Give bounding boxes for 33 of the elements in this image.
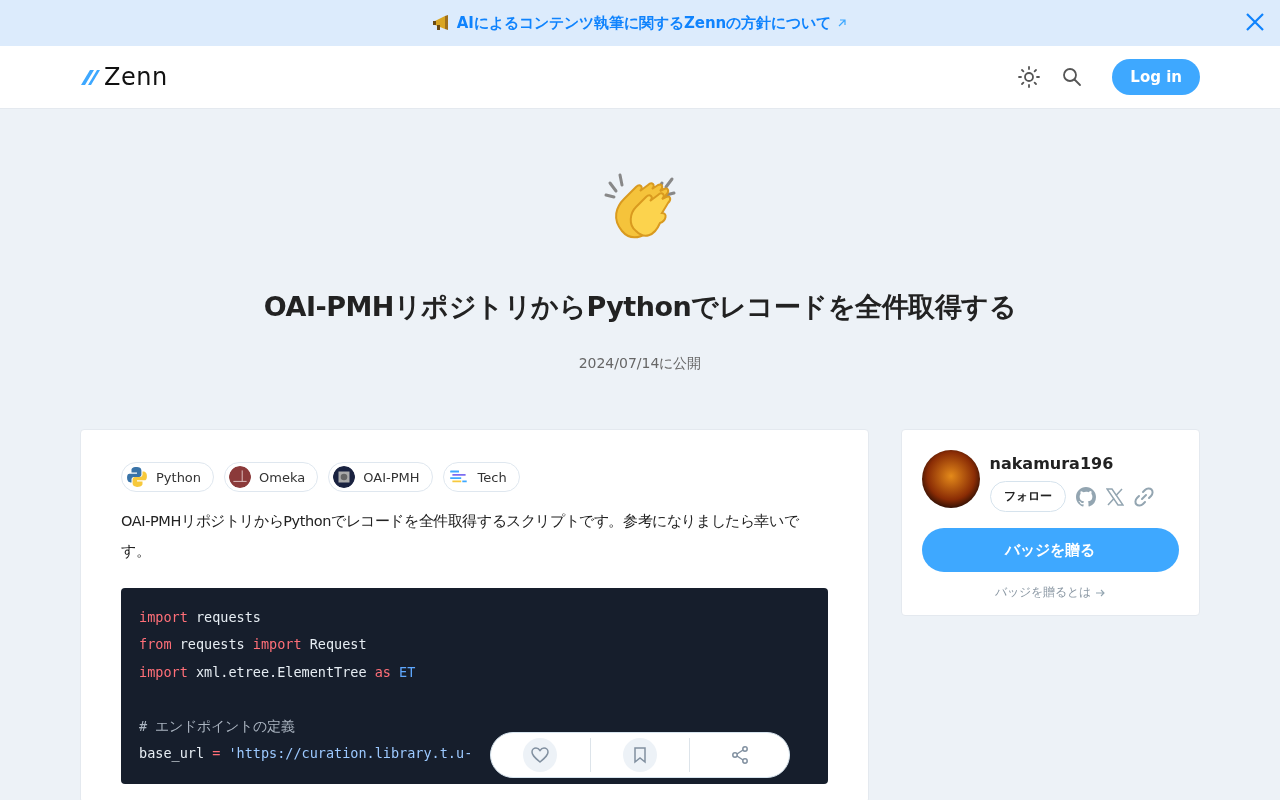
website-link[interactable] — [1133, 486, 1154, 507]
heart-icon — [530, 745, 551, 765]
logo-link[interactable]: Zenn — [80, 63, 168, 91]
topic-logo-icon — [333, 466, 356, 488]
link-icon — [1133, 486, 1154, 507]
github-icon — [1075, 486, 1096, 507]
code-line: # エンドポイントの定義 — [139, 717, 296, 737]
code-line: import requests — [139, 608, 261, 627]
intro-paragraph: OAI-PMHリポジトリからPythonでレコードを全件取得するスクリプトです。参考になりましたら幸いです。 — [121, 512, 800, 561]
author-name[interactable]: nakamura196 — [989, 454, 1154, 473]
topic-logo-icon — [229, 466, 252, 488]
code-line: from requests import Request — [139, 635, 367, 655]
avatar[interactable] — [921, 450, 980, 508]
bookmark-button[interactable] — [622, 738, 657, 772]
follow-button[interactable]: フォロー — [989, 481, 1066, 512]
publish-date: 2024/07/14に公開 — [578, 355, 702, 373]
sun-icon — [1018, 66, 1041, 88]
close-icon — [1246, 13, 1264, 31]
logo-icon — [80, 68, 100, 86]
arrow-right-icon — [1095, 587, 1106, 598]
code-line: base_url = 'https://curation.library.t.u- — [139, 744, 473, 764]
article-title: OAI-PMHリポジトリからPythonでレコードを全件取得する — [263, 290, 1017, 324]
code-line: import xml.etree.ElementTree as ET — [139, 662, 416, 682]
snake-logo-icon — [126, 466, 148, 488]
close-button[interactable] — [1244, 11, 1266, 33]
github-link[interactable] — [1075, 486, 1096, 507]
share-icon — [729, 745, 750, 765]
x-link[interactable] — [1105, 487, 1124, 506]
bookmark-icon — [631, 746, 648, 764]
search-icon — [1062, 67, 1083, 87]
megaphone-icon — [432, 15, 451, 31]
like-button[interactable] — [523, 738, 558, 772]
x-logo-icon — [1105, 487, 1124, 506]
